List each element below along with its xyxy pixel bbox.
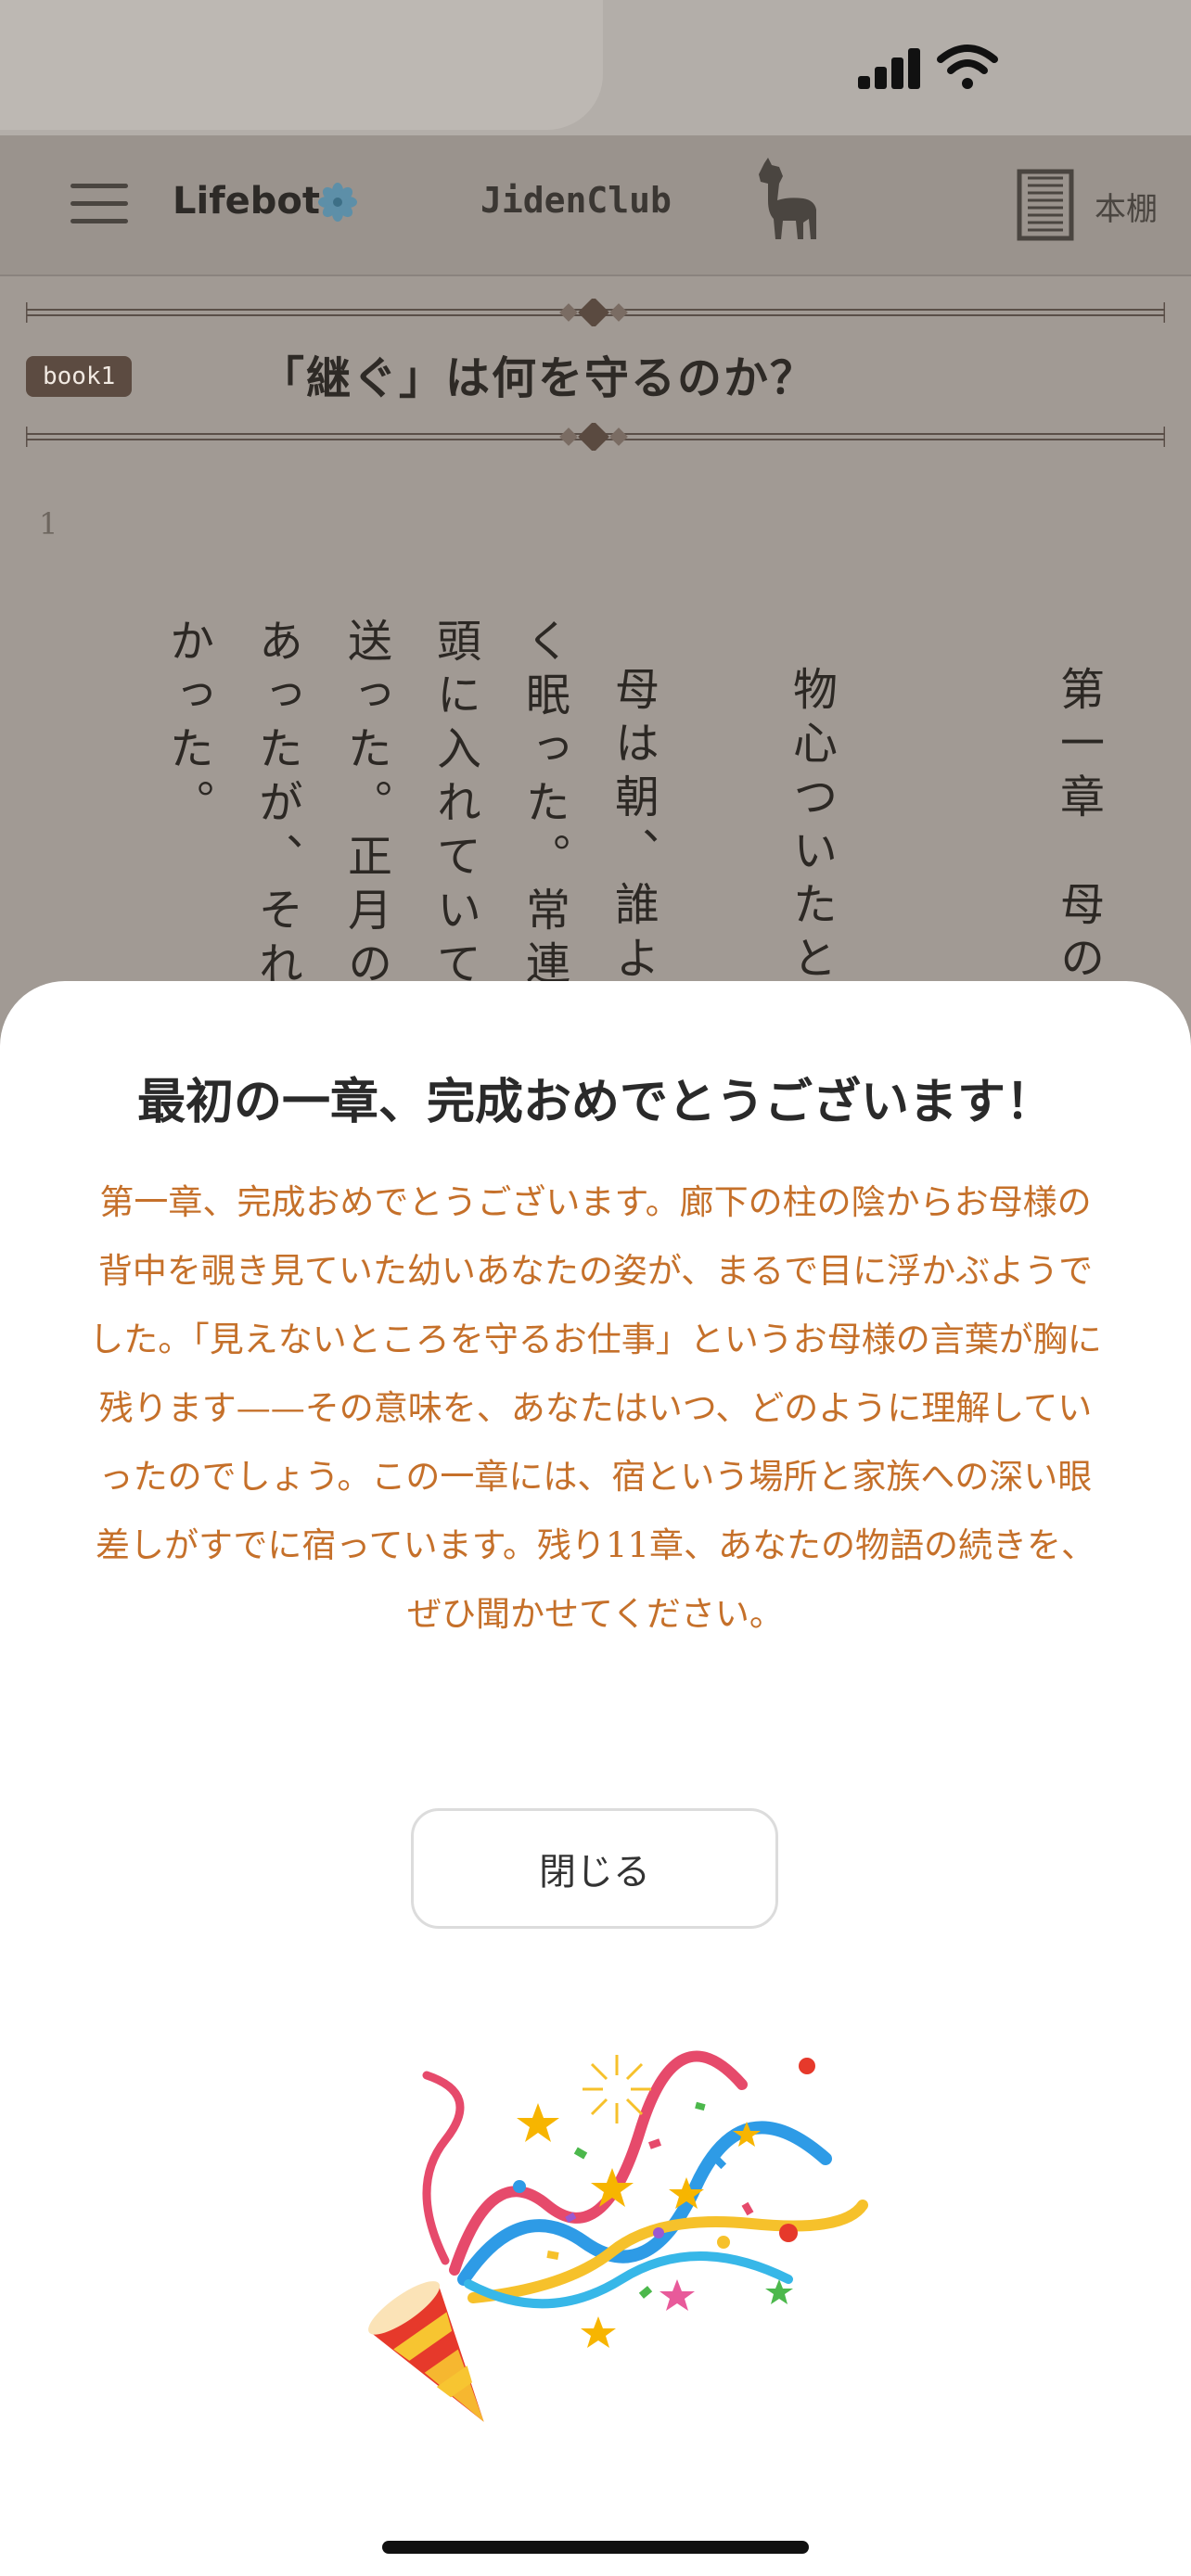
ornament-divider-top bbox=[26, 299, 1165, 326]
hamburger-icon[interactable] bbox=[70, 184, 128, 224]
club-name: JidenClub bbox=[480, 180, 672, 221]
alpaca-icon bbox=[759, 158, 816, 239]
wifi-icon bbox=[937, 45, 998, 89]
bookshelf-label[interactable]: 本棚 bbox=[1095, 184, 1158, 229]
bookshelf-icon[interactable] bbox=[1017, 169, 1074, 241]
signal-icon bbox=[858, 45, 923, 89]
party-popper-icon bbox=[368, 2050, 868, 2422]
close-button[interactable]: 閉じる bbox=[411, 1808, 778, 1929]
completion-modal: 最初の一章、完成おめでとうございます！ 第一章、完成おめでとうございます。廊下の… bbox=[0, 981, 1191, 2576]
status-bar bbox=[0, 0, 1191, 135]
text-column: 第一章 母の bbox=[1052, 666, 1104, 988]
book-badge: book1 bbox=[26, 356, 133, 397]
home-indicator[interactable] bbox=[382, 2541, 809, 2554]
modal-message: 第一章、完成おめでとうございます。廊下の柱の陰からお母様の背中を覗き見ていた幼い… bbox=[89, 1182, 1102, 1634]
ornament-divider-bottom bbox=[26, 423, 1165, 451]
page-number: 1 bbox=[39, 506, 58, 542]
app-header: Lifebot JidenClub 本棚 bbox=[0, 135, 1191, 276]
modal-title: 最初の一章、完成おめでとうございます！ bbox=[136, 1074, 1054, 1130]
status-bar-left bbox=[0, 0, 603, 130]
book-title: 「継ぐ」は何を守るのか？ bbox=[260, 352, 817, 404]
brand-name[interactable]: Lifebot bbox=[173, 180, 320, 223]
flower-icon bbox=[318, 183, 357, 222]
text-column: かった。 bbox=[161, 618, 213, 833]
